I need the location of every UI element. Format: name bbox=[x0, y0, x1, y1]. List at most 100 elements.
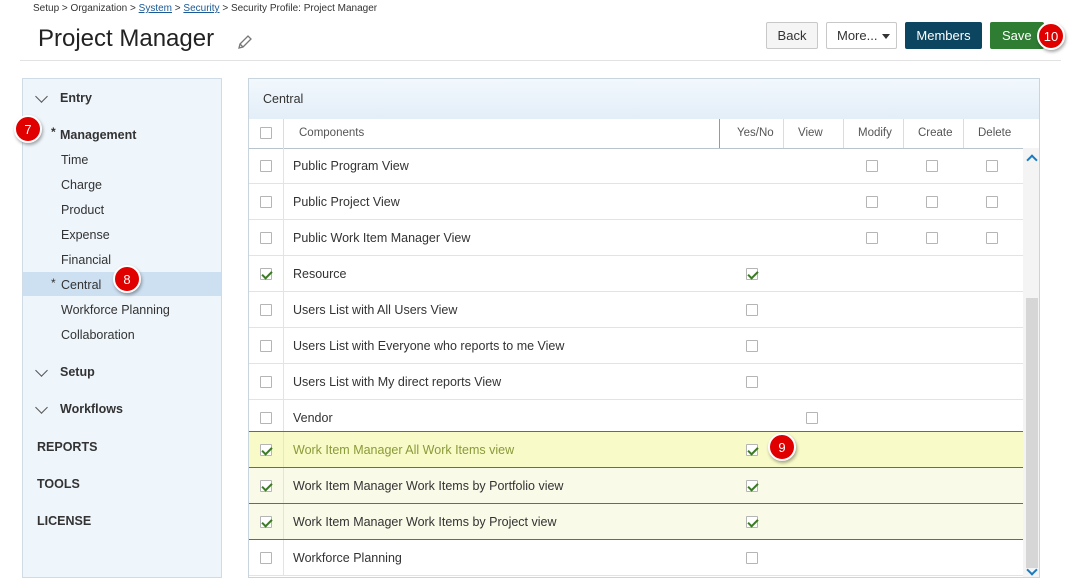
sidebar-item-license[interactable]: LICENSE bbox=[37, 514, 91, 528]
sidebar-item-workforce-planning[interactable]: Workforce Planning bbox=[61, 303, 170, 317]
sidebar: Entry * Management Time Charge Product E… bbox=[22, 78, 222, 578]
page-title: Project Manager bbox=[38, 25, 215, 52]
modify-checkbox[interactable] bbox=[866, 232, 878, 244]
yesno-checkbox[interactable] bbox=[746, 268, 758, 280]
pencil-icon[interactable] bbox=[236, 33, 254, 56]
scrollbar-thumb[interactable] bbox=[1026, 298, 1038, 568]
members-button[interactable]: Members bbox=[905, 22, 982, 49]
column-header-row: Components Yes/No View Modify Create Del… bbox=[249, 119, 1039, 149]
sidebar-item-collaboration[interactable]: Collaboration bbox=[61, 328, 135, 342]
delete-checkbox[interactable] bbox=[986, 196, 998, 208]
breadcrumb-security[interactable]: Security bbox=[183, 3, 219, 14]
row-label: Users List with Everyone who reports to … bbox=[293, 339, 565, 353]
row-checkbox[interactable] bbox=[260, 552, 272, 564]
step-badge-8: 8 bbox=[113, 265, 141, 293]
table-row: Users List with My direct reports View bbox=[249, 364, 1023, 400]
row-checkbox[interactable] bbox=[260, 232, 272, 244]
row-label: Resource bbox=[293, 267, 347, 281]
required-star: * bbox=[51, 125, 56, 139]
row-checkbox[interactable] bbox=[260, 444, 272, 456]
save-button[interactable]: Save bbox=[990, 22, 1044, 49]
sidebar-item-time[interactable]: Time bbox=[61, 153, 88, 167]
sidebar-item-charge[interactable]: Charge bbox=[61, 178, 102, 192]
row-label: Workforce Planning bbox=[293, 551, 402, 565]
create-checkbox[interactable] bbox=[926, 232, 938, 244]
row-checkbox[interactable] bbox=[260, 412, 272, 424]
more-dropdown[interactable]: More... bbox=[826, 22, 897, 49]
panel-title: Central bbox=[263, 92, 304, 106]
yesno-checkbox[interactable] bbox=[746, 340, 758, 352]
table-row: Workforce Planning bbox=[249, 540, 1023, 576]
table-row: Public Project View bbox=[249, 184, 1023, 220]
breadcrumb-system[interactable]: System bbox=[139, 3, 172, 14]
modify-checkbox[interactable] bbox=[866, 196, 878, 208]
table-row: Public Program View bbox=[249, 148, 1023, 184]
yesno-checkbox[interactable] bbox=[746, 444, 758, 456]
breadcrumb-setup[interactable]: Setup bbox=[33, 3, 59, 14]
row-label: Work Item Manager Work Items by Project … bbox=[293, 515, 557, 529]
row-checkbox[interactable] bbox=[260, 196, 272, 208]
chevron-up-icon[interactable] bbox=[1026, 154, 1038, 166]
yesno-checkbox[interactable] bbox=[746, 376, 758, 388]
column-components[interactable]: Components bbox=[299, 127, 364, 139]
row-checkbox[interactable] bbox=[260, 480, 272, 492]
table-scrollbar[interactable] bbox=[1023, 148, 1039, 577]
breadcrumb-current: Security Profile: Project Manager bbox=[230, 3, 378, 14]
column-modify: Modify bbox=[858, 127, 892, 139]
row-label: Public Program View bbox=[293, 159, 409, 173]
row-label: Work Item Manager Work Items by Portfoli… bbox=[293, 479, 564, 493]
select-all-checkbox[interactable] bbox=[260, 127, 272, 139]
row-checkbox[interactable] bbox=[260, 268, 272, 280]
row-checkbox[interactable] bbox=[260, 340, 272, 352]
step-badge-9: 9 bbox=[768, 433, 796, 461]
row-checkbox[interactable] bbox=[260, 160, 272, 172]
sidebar-item-product[interactable]: Product bbox=[61, 203, 104, 217]
row-label: Public Project View bbox=[293, 195, 400, 209]
row-checkbox[interactable] bbox=[260, 304, 272, 316]
sidebar-item-label: Central bbox=[61, 278, 102, 292]
table-row: Resource bbox=[249, 256, 1023, 292]
delete-checkbox[interactable] bbox=[986, 160, 998, 172]
sidebar-group-workflows[interactable]: Workflows bbox=[35, 400, 123, 416]
column-delete: Delete bbox=[978, 127, 1012, 139]
more-label: More... bbox=[837, 28, 878, 43]
row-label: Work Item Manager All Work Items view bbox=[293, 443, 515, 457]
column-view: View bbox=[798, 127, 823, 139]
central-panel: Central Components Yes/No View Modify Cr… bbox=[248, 78, 1040, 578]
sidebar-group-management[interactable]: Management bbox=[60, 128, 136, 142]
back-button[interactable]: Back bbox=[766, 22, 818, 49]
step-badge-10: 10 bbox=[1037, 22, 1065, 50]
column-create: Create bbox=[918, 127, 953, 139]
table-row: Public Work Item Manager View bbox=[249, 220, 1023, 256]
sidebar-item-financial[interactable]: Financial bbox=[61, 253, 111, 267]
column-yesno: Yes/No bbox=[737, 127, 774, 139]
column-resize-handle[interactable] bbox=[719, 119, 720, 148]
table-row: Users List with Everyone who reports to … bbox=[249, 328, 1023, 364]
yesno-checkbox[interactable] bbox=[746, 516, 758, 528]
sidebar-item-expense[interactable]: Expense bbox=[61, 228, 110, 242]
required-star: * bbox=[51, 276, 56, 290]
row-checkbox[interactable] bbox=[260, 376, 272, 388]
row-checkbox[interactable] bbox=[260, 516, 272, 528]
table-row: Work Item Manager Work Items by Project … bbox=[249, 503, 1023, 540]
view-checkbox[interactable] bbox=[806, 412, 818, 424]
sidebar-item-tools[interactable]: TOOLS bbox=[37, 477, 80, 491]
yesno-checkbox[interactable] bbox=[746, 552, 758, 564]
row-label: Public Work Item Manager View bbox=[293, 231, 471, 245]
delete-checkbox[interactable] bbox=[986, 232, 998, 244]
step-badge-7: 7 bbox=[14, 115, 42, 143]
yesno-checkbox[interactable] bbox=[746, 480, 758, 492]
create-checkbox[interactable] bbox=[926, 196, 938, 208]
caret-down-icon bbox=[882, 34, 890, 39]
row-label: Vendor bbox=[293, 411, 333, 425]
row-label: Users List with All Users View bbox=[293, 303, 458, 317]
sidebar-item-reports[interactable]: REPORTS bbox=[37, 440, 97, 454]
chevron-down-icon bbox=[35, 400, 48, 414]
yesno-checkbox[interactable] bbox=[746, 304, 758, 316]
sidebar-group-entry[interactable]: Entry bbox=[35, 89, 92, 105]
modify-checkbox[interactable] bbox=[866, 160, 878, 172]
chevron-down-icon bbox=[35, 363, 48, 377]
sidebar-group-setup[interactable]: Setup bbox=[35, 363, 95, 379]
breadcrumb-organization[interactable]: Organization bbox=[71, 3, 128, 14]
create-checkbox[interactable] bbox=[926, 160, 938, 172]
